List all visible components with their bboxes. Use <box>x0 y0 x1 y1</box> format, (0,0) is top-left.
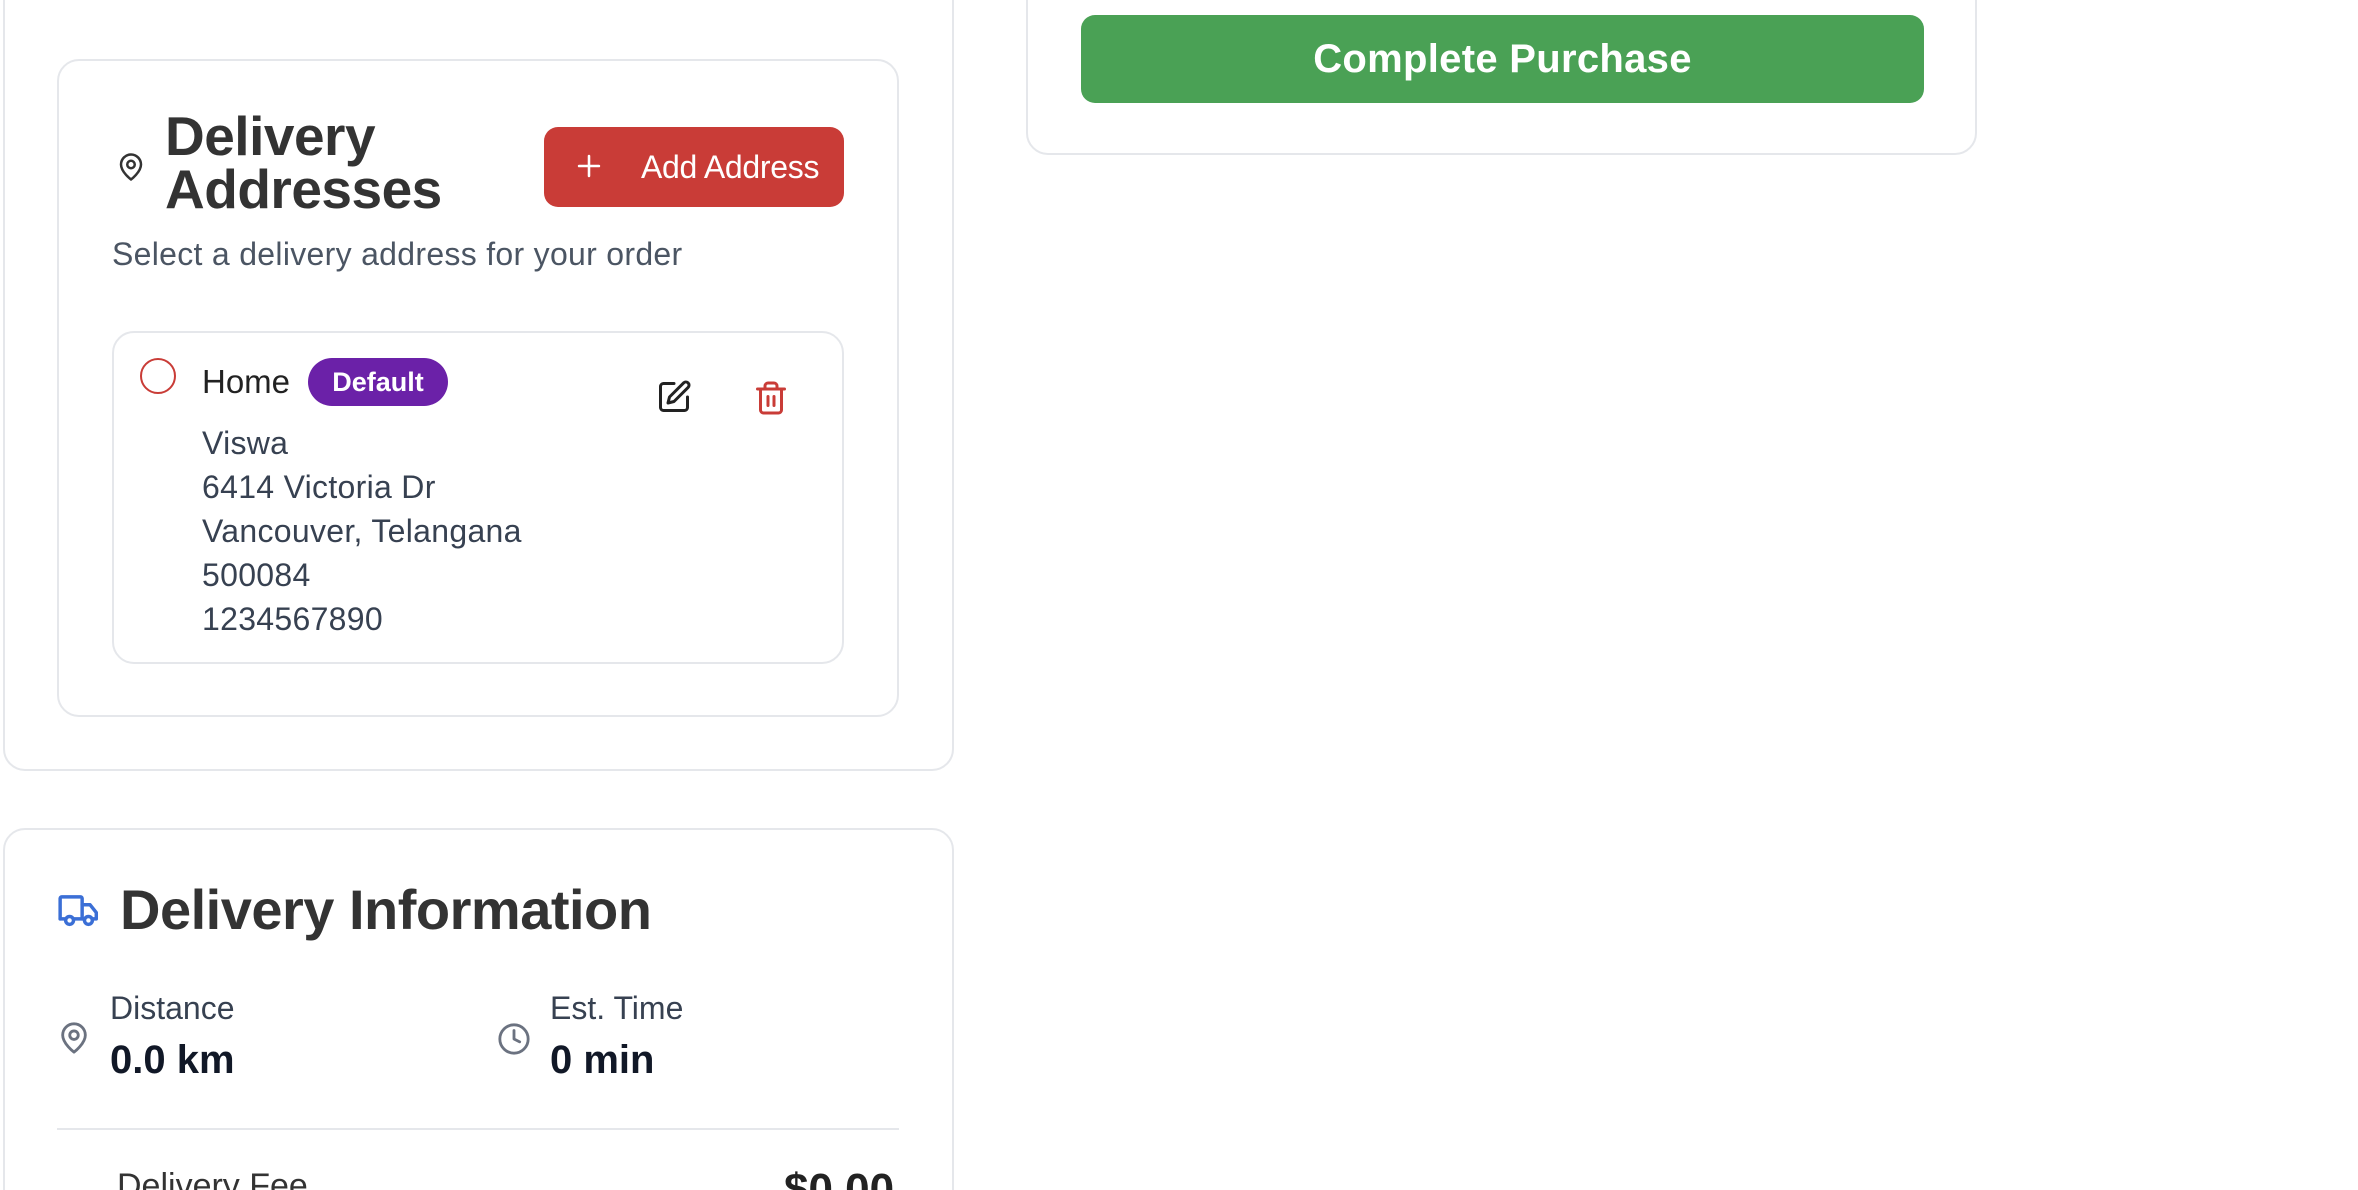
delivery-addresses-title: Delivery Addresses <box>165 105 442 220</box>
address-label: Home <box>202 363 291 400</box>
address-postal-code: 500084 <box>202 557 311 593</box>
complete-purchase-button[interactable]: Complete Purchase <box>1081 15 1924 103</box>
map-pin-icon <box>119 153 143 181</box>
add-address-button[interactable]: Add Address <box>544 127 844 207</box>
map-pin-icon <box>61 1022 87 1054</box>
divider <box>57 1128 899 1130</box>
address-street: 6414 Victoria Dr <box>202 469 436 505</box>
plus-icon <box>577 154 601 178</box>
title-line-2: Addresses <box>165 158 442 220</box>
clock-icon <box>498 1023 530 1055</box>
est-time-label: Est. Time <box>550 990 684 1026</box>
address-city-state: Vancouver, Telangana <box>202 513 522 549</box>
distance-value: 0.0 km <box>110 1038 235 1082</box>
delivery-fee-value: $0.00 <box>784 1165 895 1190</box>
title-line-1: Delivery <box>165 105 376 167</box>
est-time-value: 0 min <box>550 1038 655 1082</box>
address-phone: 1234567890 <box>202 601 383 637</box>
addresses-subtitle: Select a delivery address for your order <box>112 236 683 272</box>
address-name: Viswa <box>202 425 289 461</box>
default-badge: Default <box>308 358 448 406</box>
delivery-fee-label: Delivery Fee <box>117 1167 308 1190</box>
delivery-information-title: Delivery Information <box>120 878 652 941</box>
truck-icon <box>58 895 99 927</box>
distance-label: Distance <box>110 990 235 1026</box>
address-radio-button[interactable] <box>140 358 176 394</box>
trash-icon[interactable] <box>753 379 789 417</box>
add-address-label: Add Address <box>641 149 820 185</box>
edit-icon[interactable] <box>656 379 692 415</box>
